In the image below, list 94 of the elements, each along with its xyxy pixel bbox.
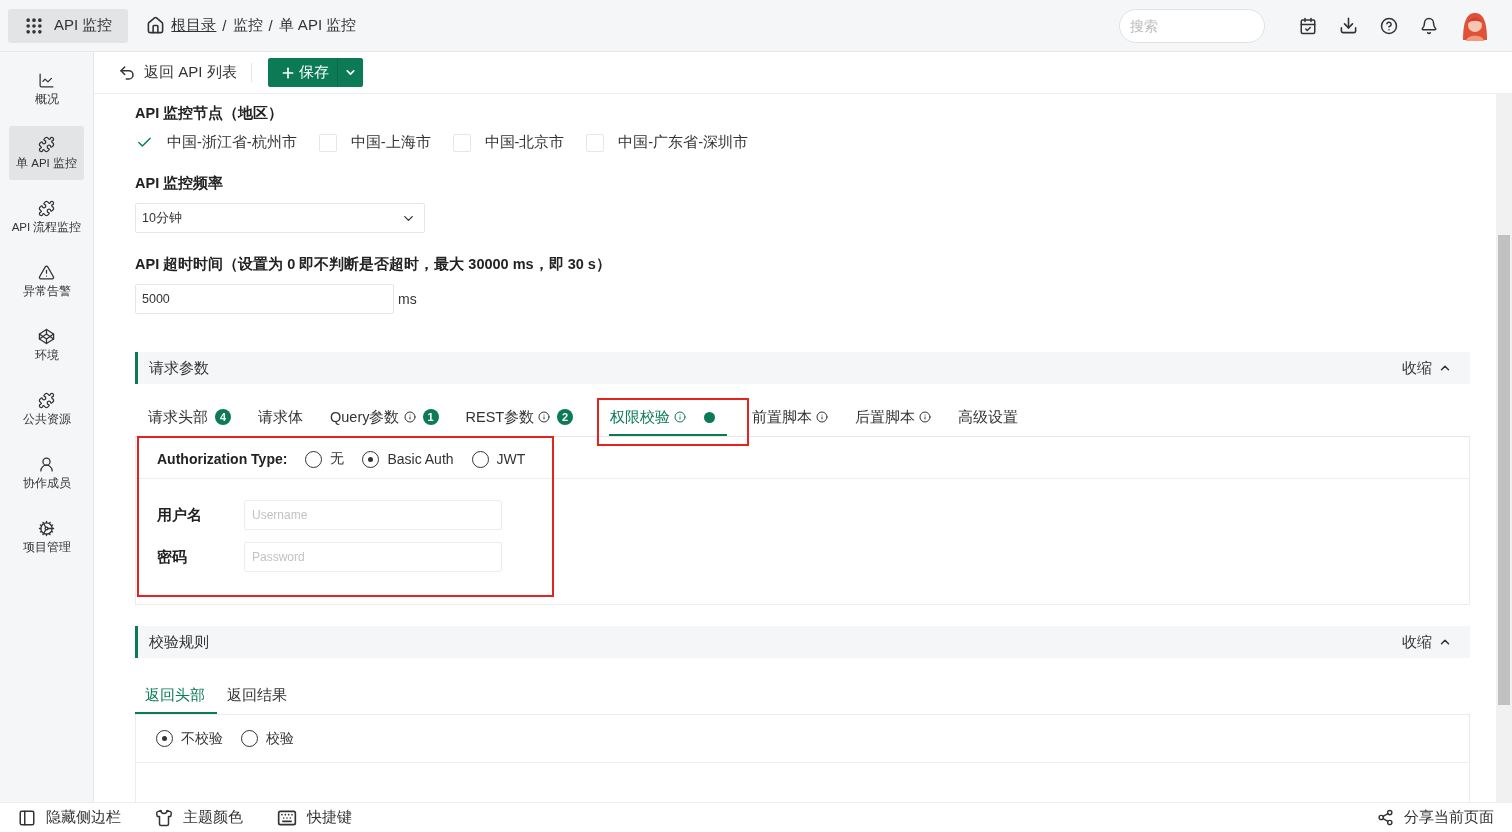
puzzle-icon <box>38 135 55 153</box>
back-icon <box>118 63 136 82</box>
status-dot <box>704 411 716 423</box>
sidebar-item-label: 概况 <box>34 91 59 107</box>
checkbox[interactable] <box>318 133 337 152</box>
field-label: API 监控节点（地区） <box>135 104 285 123</box>
sidebar-item[interactable]: 概况 <box>9 62 84 116</box>
collapse-button[interactable]: 收缩 <box>1396 357 1458 379</box>
save-menu-button[interactable] <box>336 58 363 87</box>
app-menu-button[interactable]: API 监控 <box>8 8 129 43</box>
sidebar-item[interactable]: API 流程监控 <box>9 190 84 244</box>
field-label: 密码 <box>157 547 188 567</box>
collapse-button[interactable]: 收缩 <box>1396 631 1458 653</box>
avatar[interactable] <box>1460 10 1490 41</box>
chart-icon <box>38 71 55 89</box>
sidebar-item-label: API 流程监控 <box>11 219 82 235</box>
field-label: API 监控频率 <box>135 174 225 193</box>
user-icon <box>38 455 55 473</box>
sidebar-item[interactable]: 项目管理 <box>9 510 84 564</box>
share-button[interactable]: 分享当前页面 <box>1377 808 1494 827</box>
input-field[interactable]: Password <box>244 542 502 572</box>
tab[interactable]: REST参数 2 <box>464 406 586 436</box>
field-label: Authorization Type: <box>157 451 288 467</box>
sidebar-icon <box>18 808 36 827</box>
checkbox[interactable] <box>452 133 471 152</box>
info-icon <box>538 411 551 423</box>
count-badge: 1 <box>422 409 439 425</box>
sidebar-item-label: 环境 <box>34 347 59 363</box>
sidebar-item[interactable]: 异常告警 <box>9 254 84 308</box>
radio-label: 校验 <box>266 729 294 748</box>
sidebar-item-label: 单 API 监控 <box>16 155 77 171</box>
sidebar-item[interactable]: 环境 <box>9 318 84 372</box>
back-button[interactable]: 返回 API 列表 <box>118 63 252 82</box>
breadcrumb-item[interactable]: 监控 <box>232 16 263 35</box>
field-label: 用户名 <box>157 505 203 525</box>
sidebar-item[interactable]: 公共资源 <box>9 382 84 436</box>
checkbox-label: 中国-浙江省-杭州市 <box>167 133 297 152</box>
count-badge: 4 <box>215 409 231 425</box>
section-title: 校验规则 <box>149 632 209 652</box>
scrollbar[interactable] <box>1496 94 1512 802</box>
checkbox[interactable] <box>586 133 605 152</box>
input-field[interactable]: Username <box>244 500 502 530</box>
tab[interactable]: 返回头部 <box>135 684 217 714</box>
puzzle-icon <box>38 391 55 409</box>
tab[interactable]: 请求头部 4 <box>147 406 243 436</box>
breadcrumb-link[interactable]: 根目录 <box>171 16 217 35</box>
footer-button[interactable]: 主题颜色 <box>155 808 243 827</box>
tab[interactable]: Query参数 1 <box>329 406 451 436</box>
tab[interactable]: 前置脚本 <box>751 406 841 436</box>
share-icon <box>1377 809 1394 826</box>
tab[interactable]: 后置脚本 <box>854 406 944 436</box>
info-icon <box>674 411 687 423</box>
checkbox-label: 中国-北京市 <box>484 133 565 152</box>
tab[interactable]: 高级设置 <box>957 406 1031 436</box>
settings-icon <box>38 519 55 537</box>
bell-icon[interactable] <box>1420 16 1438 35</box>
frequency-select[interactable]: 10分钟 <box>135 203 425 233</box>
puzzle-icon <box>38 199 55 217</box>
breadcrumb-item: 单 API 监控 <box>278 16 357 35</box>
download-icon[interactable] <box>1339 16 1358 35</box>
unit-label: ms <box>398 291 417 307</box>
sidebar-item-label: 公共资源 <box>22 411 71 427</box>
timeout-field[interactable]: 5000 <box>135 284 394 314</box>
info-icon <box>919 411 932 423</box>
grid-icon <box>24 15 44 36</box>
breadcrumb-separator: / <box>222 17 227 34</box>
section-title: 请求参数 <box>149 358 209 378</box>
tab[interactable]: 请求体 <box>257 406 315 436</box>
sidebar-item[interactable]: 协作成员 <box>9 446 84 500</box>
tab[interactable]: 返回结果 <box>217 684 299 714</box>
radio-label: Basic Auth <box>387 451 454 467</box>
count-badge: 2 <box>557 409 574 425</box>
breadcrumb-separator: / <box>268 17 273 34</box>
warning-icon <box>38 263 55 281</box>
sidebar-item-label: 协作成员 <box>22 475 71 491</box>
radio-label: 不校验 <box>181 729 223 748</box>
radio-label: JWT <box>496 451 526 467</box>
sidebar-item-label: 异常告警 <box>22 283 71 299</box>
info-icon <box>403 411 416 423</box>
sidebar-item[interactable]: 单 API 监控 <box>9 126 84 180</box>
help-icon[interactable] <box>1380 16 1398 35</box>
calendar-check-icon[interactable] <box>1299 16 1317 35</box>
search-field[interactable]: 搜索 <box>1119 8 1265 43</box>
shirt-icon <box>155 808 173 827</box>
footer-button[interactable]: 隐藏侧边栏 <box>18 808 121 827</box>
radio-label: 无 <box>330 450 345 468</box>
field-label: API 超时时间（设置为 0 即不判断是否超时，最大 30000 ms，即 30 s） <box>135 255 612 274</box>
footer-button[interactable]: 快捷键 <box>277 807 352 828</box>
sidebar-item-label: 项目管理 <box>22 539 71 555</box>
checkbox-label: 中国-上海市 <box>350 133 431 152</box>
home-icon <box>146 16 166 35</box>
info-icon <box>816 411 829 423</box>
checkbox-label: 中国-广东省-深圳市 <box>618 133 749 152</box>
cube-icon <box>38 327 55 345</box>
